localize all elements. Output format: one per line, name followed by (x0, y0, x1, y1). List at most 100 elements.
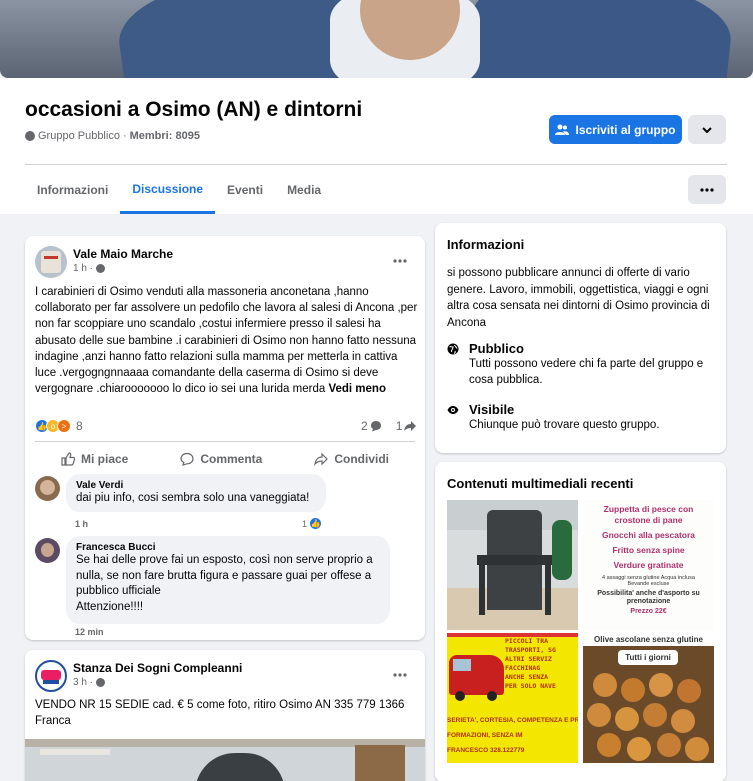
post-options-icon[interactable] (393, 664, 407, 680)
media-thumbnail-menu[interactable]: Zuppetta di pesce con crostone di pane G… (583, 500, 714, 630)
header-divider (25, 164, 727, 165)
menu-item: Zuppetta di pesce con crostone di pane (603, 504, 694, 525)
comment-time[interactable]: 12 min (75, 627, 104, 637)
olives-sublabel: Tutti i giorni (618, 650, 678, 665)
author-avatar[interactable] (35, 246, 67, 278)
visibility-text: Chiunque può trovare questo gruppo. (469, 419, 660, 431)
comment-time[interactable]: 1 h (75, 519, 88, 529)
cover-photo[interactable] (0, 0, 753, 78)
join-group-button[interactable]: Iscriviti al gruppo (549, 115, 682, 144)
group-members[interactable]: Membri: 8095 (130, 130, 200, 142)
comment-bubble-icon (370, 421, 381, 432)
recent-media-card: Contenuti multimediali recenti Zuppetta … (435, 462, 726, 781)
van-line: ANCHE SENZA (505, 673, 549, 681)
tab-media[interactable]: Media (275, 166, 333, 214)
more-icon (700, 187, 714, 192)
about-title: Informazioni (447, 237, 525, 252)
globe-icon (96, 678, 106, 687)
share-button[interactable]: Condividi (314, 452, 389, 466)
privacy-row: Pubblico Tutti possono vedere chi fa par… (447, 341, 714, 388)
reaction-summary[interactable]: 👍 o > 8 (35, 419, 83, 433)
van-line: FACCHINAG (505, 664, 541, 672)
group-title[interactable]: occasioni a Osimo (AN) e dintorni (25, 98, 362, 122)
commenter-avatar[interactable] (35, 476, 60, 501)
comment-likes[interactable]: 1 👍 (302, 517, 323, 530)
van-footer: SERIETA', CORTESIA, COMPETENZA E PR FORM… (447, 713, 578, 758)
visibility-row: Visibile Chiunque può trovare questo gru… (447, 402, 714, 433)
shares-count[interactable]: 1 (396, 419, 417, 433)
see-less-link[interactable]: Vedi meno (328, 383, 386, 395)
group-tabs: Informazioni Discussione Eventi Media (25, 166, 333, 214)
share-label: Condividi (334, 452, 389, 466)
post-time-text: 1 h · (73, 263, 94, 274)
group-subtitle: Gruppo Pubblico · Membri: 8095 (25, 130, 200, 142)
privacy-text: Tutti possono vedere chi fa parte del gr… (469, 358, 704, 386)
menu-item: Fritto senza spine (612, 545, 685, 555)
thumbs-up-icon (61, 452, 75, 466)
media-thumbnail-olives[interactable]: Olive ascolane senza glutine Tutti i gio… (583, 633, 714, 763)
menu-item: Gnocchi alla pescatora (601, 530, 696, 540)
olives-label: Olive ascolane senza glutine (583, 633, 714, 646)
visibility-info: Visibile Chiunque può trovare questo gru… (469, 402, 714, 433)
media-thumbnail-van[interactable]: PICCOLI TRA TRASPORTI, SG ALTRI SERVIZ F… (447, 633, 578, 763)
like-label: Mi piace (80, 452, 129, 466)
comments-count-value: 2 (361, 419, 368, 433)
menu-note: Bevande escluse (627, 581, 670, 587)
post-options-icon[interactable] (393, 250, 407, 266)
privacy-title: Pubblico (469, 341, 524, 356)
tab-informazioni[interactable]: Informazioni (25, 166, 120, 214)
comment-text: dai piu info, cosi sembra solo una vaneg… (76, 492, 310, 504)
globe-icon (25, 131, 35, 141)
shares-count-value: 1 (395, 419, 403, 433)
post-image[interactable] (25, 739, 425, 781)
van-line: ALTRI SERVIZ (505, 655, 552, 663)
post-time[interactable]: 3 h · (73, 677, 106, 688)
post-author[interactable]: Vale Maio Marche (73, 247, 173, 261)
comment-text: Se hai delle prove fai un esposto, così … (76, 554, 373, 613)
menu-item: Verdure gratinate (613, 560, 684, 570)
post-time[interactable]: 1 h · (73, 263, 106, 274)
van-line: PICCOLI TRA (505, 637, 549, 645)
comment-author[interactable]: Francesca Bucci (76, 542, 380, 553)
comments-count[interactable]: 2 (361, 419, 382, 433)
van-line: SERIETA', CORTESIA, COMPETENZA E PR (447, 717, 578, 724)
group-privacy[interactable]: Gruppo Pubblico (38, 130, 120, 142)
globe-icon (96, 264, 106, 273)
van-line: FORMAZIONI, SENZA IM (447, 732, 523, 739)
recent-media-title: Contenuti multimediali recenti (447, 476, 634, 491)
media-thumbnail-chairs[interactable] (447, 500, 578, 630)
post-body: VENDO NR 15 SEDIE cad. € 5 come foto, ri… (35, 699, 405, 728)
cover-suit-right (464, 0, 736, 78)
reaction-count: 8 (76, 419, 83, 433)
share-arrow-icon (404, 421, 417, 431)
comment-button[interactable]: Commenta (180, 452, 262, 466)
share-icon (314, 452, 329, 466)
commenter-avatar[interactable] (35, 538, 60, 563)
like-button[interactable]: Mi piace (61, 452, 128, 466)
people-icon (555, 124, 570, 135)
post-card: Vale Maio Marche 1 h · I carabinieri di … (25, 236, 425, 640)
group-dropdown-button[interactable] (688, 115, 726, 144)
van-line: TRASPORTI, SG (505, 646, 556, 654)
subtitle-separator: · (122, 130, 127, 142)
comment-author[interactable]: Vale Verdi (76, 480, 316, 491)
join-group-label: Iscriviti al gruppo (575, 122, 676, 137)
actions-divider (35, 441, 415, 442)
post-body: I carabinieri di Osimo venduti alla mass… (35, 284, 420, 397)
author-avatar[interactable] (35, 660, 67, 692)
tab-eventi[interactable]: Eventi (215, 166, 275, 214)
van-text: PICCOLI TRA TRASPORTI, SG ALTRI SERVIZ F… (505, 637, 578, 691)
visibility-title: Visibile (469, 402, 515, 417)
post-stats: 2 1 (361, 419, 417, 433)
angry-reaction-icon: > (57, 419, 71, 433)
post-author[interactable]: Stanza Dei Sogni Compleanni (73, 661, 242, 675)
comment-bubble: Vale Verdi dai piu info, cosi sembra sol… (66, 474, 326, 512)
tab-discussione[interactable]: Discussione (120, 166, 216, 214)
van-line: FRANCESCO 328.122779 (447, 747, 525, 754)
menu-price: Prezzo 22€ (630, 608, 667, 615)
more-options-button[interactable] (688, 175, 726, 204)
comment-likes-value: 1 (302, 518, 308, 529)
privacy-info: Pubblico Tutti possono vedere chi fa par… (469, 341, 714, 388)
eye-icon (447, 406, 459, 414)
van-line: PER SOLO NAVE (505, 682, 556, 690)
